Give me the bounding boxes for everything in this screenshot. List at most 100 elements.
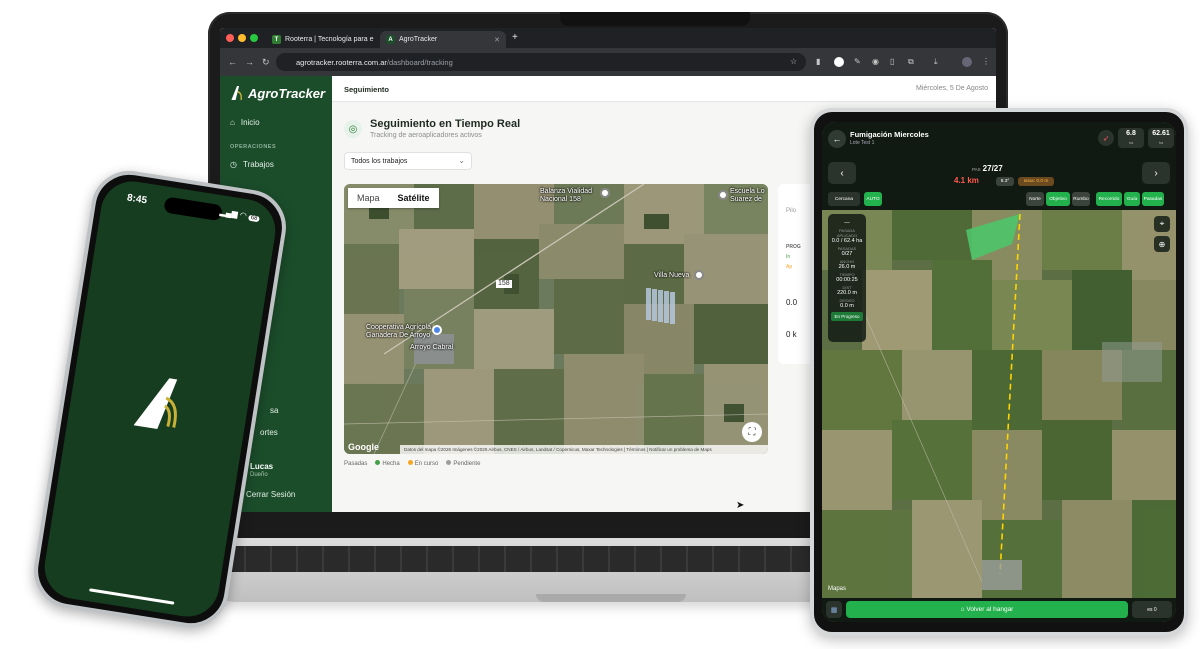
wifi-icon: ◠ xyxy=(239,210,248,221)
chevron-down-icon: ⌄ xyxy=(458,156,465,165)
sidebar-item-inicio[interactable]: ⌂ Inicio xyxy=(230,118,260,127)
dynamic-island xyxy=(163,196,224,222)
pen-icon[interactable]: ✎ xyxy=(854,57,864,67)
aircraft-marker-icon[interactable] xyxy=(432,325,442,335)
satellite-map[interactable]: Mapa Satélite Balanza Vialidad Nacional … xyxy=(344,184,768,454)
url-host: agrotracker.rooterra.com.ar xyxy=(296,57,387,67)
map-label-cooperativa: Cooperativa Agrícola Ganadera De Arroyo xyxy=(366,324,431,339)
sidebar-item-trabajos[interactable]: ◷ Trabajos xyxy=(230,160,274,169)
agrotracker-favicon-icon: A xyxy=(386,35,395,44)
radar-icon: ◎ xyxy=(344,120,362,138)
mode-auto[interactable]: AUTO xyxy=(864,192,882,206)
panel-applied-value: 0.0 / 62.4 ha xyxy=(831,238,863,244)
home-icon: ⌂ xyxy=(230,118,235,127)
profile-extension-icon[interactable] xyxy=(834,57,844,67)
location-pin-icon[interactable] xyxy=(600,188,610,198)
rooterra-favicon-icon: T xyxy=(272,35,281,44)
distance-readout: 4.1 km xyxy=(954,176,979,185)
logout-button[interactable]: Cerrar Sesión xyxy=(246,490,295,499)
side-value-1: 0.0 xyxy=(786,298,798,307)
legend-label: En curso xyxy=(414,461,439,467)
pass-value: 27/27 xyxy=(982,164,1003,173)
side-value-2: 0 k xyxy=(786,330,797,339)
layer-pasadas[interactable]: Pasadas xyxy=(1142,192,1164,206)
legend-item-hecha: Hecha xyxy=(375,460,400,467)
locate-icon[interactable]: ⌖ xyxy=(1154,216,1170,232)
fullscreen-button[interactable]: ⛶ xyxy=(742,422,762,442)
view-norte[interactable]: Norte xyxy=(1026,192,1044,206)
heading-chip: 8.3° xyxy=(996,177,1014,186)
settings-chip[interactable]: es 0 xyxy=(1132,601,1172,618)
route-shield: 158 xyxy=(496,280,512,288)
home-indicator[interactable] xyxy=(89,588,175,605)
previous-pass-button[interactable]: ‹ xyxy=(828,162,856,184)
info-pin-icon[interactable] xyxy=(694,270,704,280)
job-title: Fumigación Miercoles xyxy=(850,130,929,139)
reload-icon[interactable]: ↻ xyxy=(262,57,270,68)
tab-rooterra[interactable]: T Rooterra | Tecnología para e ✕ xyxy=(266,31,395,48)
user-role: Dueño xyxy=(250,472,268,478)
close-tab-icon[interactable]: ✕ xyxy=(494,36,500,44)
minimize-window-button[interactable] xyxy=(238,34,246,42)
map-type-satelite[interactable]: Satélite xyxy=(389,193,439,203)
view-rumbo[interactable]: Rumbo xyxy=(1072,192,1090,206)
next-pass-button[interactable]: › xyxy=(1142,162,1170,184)
page-title: Seguimiento en Tiempo Real xyxy=(370,118,521,130)
side-ap-label: Ap xyxy=(786,264,793,270)
url-bar[interactable]: agrotracker.rooterra.com.ar/dashboard/tr… xyxy=(276,53,806,71)
map-label-balanza: Balanza Vialidad Nacional 158 xyxy=(540,188,593,203)
mode-cercana[interactable]: Cercana xyxy=(828,192,860,206)
battery-icon: 68 xyxy=(248,214,260,223)
extension-icon[interactable]: ▮ xyxy=(816,57,826,67)
url-path: /dashboard/tracking xyxy=(386,57,453,67)
tab-agrotracker[interactable]: A AgroTracker ✕ xyxy=(380,31,506,48)
compass-icon[interactable]: ➶ xyxy=(1098,130,1114,146)
satellite-imagery xyxy=(344,184,768,454)
current-date: Miércoles, 5 De Agosto xyxy=(916,85,988,92)
sidebar-item-partial[interactable]: sa xyxy=(270,406,278,415)
maps-attribution: Mapas xyxy=(828,586,847,592)
legend-label: Pendiente xyxy=(453,461,481,467)
view-objetivo[interactable]: Objetivo xyxy=(1046,192,1070,206)
phone-clock: 8:45 xyxy=(126,192,148,207)
sidebar-item-reportes[interactable]: ortes xyxy=(260,428,278,437)
lot-name: Lote Test 1 xyxy=(850,140,875,146)
status-badge: En Progreso xyxy=(831,312,863,321)
brand-logo[interactable]: AgroTracker xyxy=(230,84,325,102)
camera-icon[interactable]: ◉ xyxy=(872,57,882,67)
bookmark-star-icon[interactable]: ☆ xyxy=(790,57,800,67)
map-label-escuela: Escuela Lo Suarez de xyxy=(730,188,765,203)
job-filter-value: Todos los trabajos xyxy=(351,157,408,165)
return-to-hangar-button[interactable]: ⌂ Volver al hangar xyxy=(846,601,1128,618)
navigation-header: ← Fumigación Miercoles Lote Test 1 ➶ 6.8… xyxy=(822,122,1176,210)
google-logo: Google xyxy=(348,442,379,452)
back-button[interactable]: ← xyxy=(828,130,846,148)
sidebar-item-label: Inicio xyxy=(240,118,260,127)
forward-icon[interactable]: → xyxy=(245,57,254,67)
puzzle-icon[interactable]: ⧉ xyxy=(908,57,918,67)
agrotracker-logo-icon xyxy=(231,86,242,101)
layer-guia[interactable]: Guía xyxy=(1124,192,1140,206)
back-icon[interactable]: ← xyxy=(228,57,237,67)
phone-status-bar: ▂▄▆ ◠ 68 xyxy=(219,207,260,223)
trash-icon[interactable]: ▯ xyxy=(890,57,900,67)
map-type-mapa[interactable]: Mapa xyxy=(348,193,389,203)
close-window-button[interactable] xyxy=(226,34,234,42)
side-pilot-label: Pilo xyxy=(786,208,797,214)
clock-icon: ◷ xyxy=(230,160,237,169)
avatar-icon[interactable] xyxy=(962,57,972,67)
globe-icon[interactable]: ⊕ xyxy=(1154,236,1170,252)
menu-dots-icon[interactable]: ⋮ xyxy=(982,57,992,67)
deviation-chip: Iaixa: 0.0 m xyxy=(1018,177,1054,186)
layers-icon[interactable]: ▦ xyxy=(826,601,842,618)
sidebar-item-label: Trabajos xyxy=(242,160,274,169)
stat-total-value: 62.61 xyxy=(1152,130,1170,137)
done-dot-icon xyxy=(375,460,381,465)
layer-recorrido[interactable]: Recorrido xyxy=(1096,192,1122,206)
job-filter-select[interactable]: Todos los trabajos ⌄ xyxy=(344,152,472,170)
maximize-window-button[interactable] xyxy=(250,34,258,42)
laptop-lip xyxy=(536,594,686,602)
download-icon[interactable]: ⤓ xyxy=(934,57,944,67)
school-pin-icon[interactable] xyxy=(718,190,728,200)
new-tab-button[interactable]: + xyxy=(512,32,518,43)
